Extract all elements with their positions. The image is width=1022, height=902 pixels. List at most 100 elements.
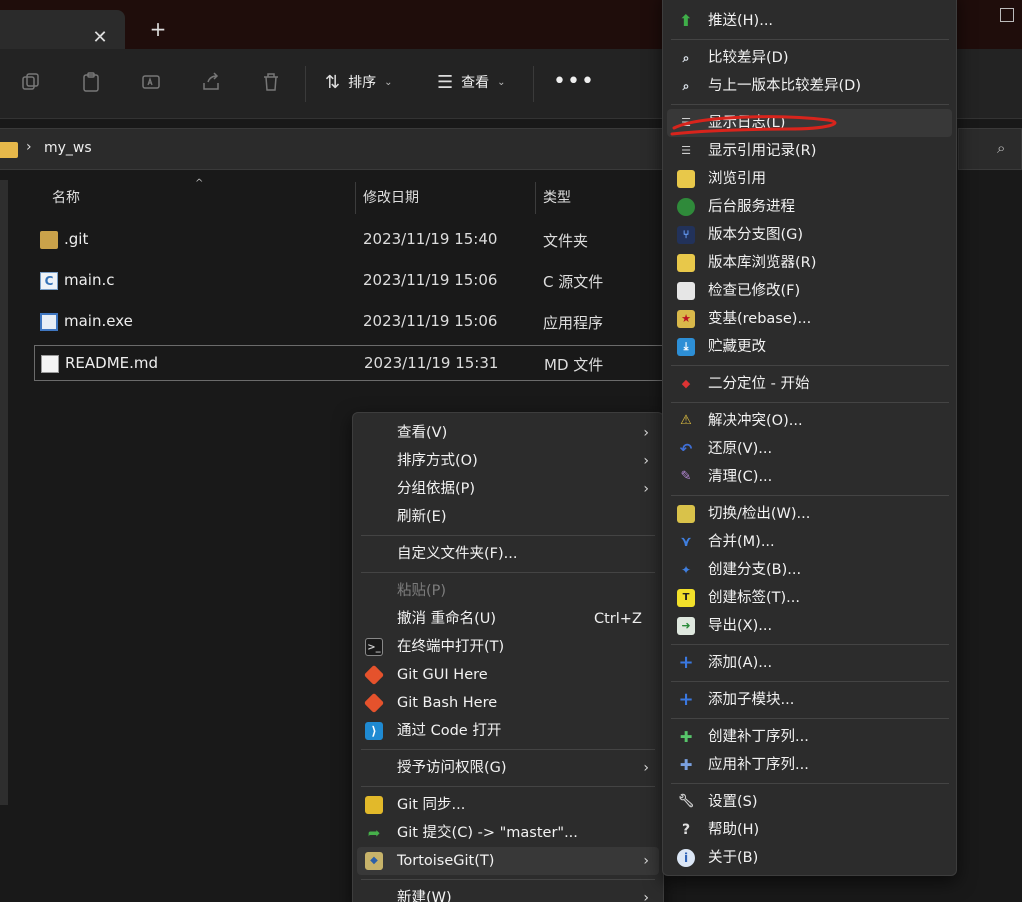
menu-item-add[interactable]: + 添加(A)... xyxy=(667,649,952,677)
menu-item-help[interactable]: ? 帮助(H) xyxy=(667,816,952,844)
menu-separator xyxy=(671,783,949,784)
file-row-selected[interactable]: README.md 2023/11/19 15:31 MD 文件 xyxy=(34,345,674,381)
menu-item-group-by[interactable]: 分组依据(P) › xyxy=(357,475,659,503)
file-type: MD 文件 xyxy=(544,356,604,374)
folder-icon xyxy=(40,231,58,249)
column-divider[interactable] xyxy=(355,182,356,214)
menu-item-browse-refs[interactable]: 浏览引用 xyxy=(667,165,952,193)
menu-label: 关于(B) xyxy=(708,850,759,866)
menu-item-daemon[interactable]: 后台服务进程 xyxy=(667,193,952,221)
sort-label: 排序 xyxy=(348,75,377,91)
menu-label: TortoiseGit(T) xyxy=(397,853,495,869)
folder-icon xyxy=(0,142,18,158)
new-tab-icon[interactable]: + xyxy=(148,18,168,40)
revert-icon: ↶ xyxy=(679,440,693,458)
breadcrumb[interactable]: › my_ws xyxy=(0,128,668,170)
menu-item-undo-rename[interactable]: 撤消 重命名(U) Ctrl+Z xyxy=(357,605,659,633)
menu-item-revert[interactable]: ↶ 还原(V)... xyxy=(667,435,952,463)
menu-item-view[interactable]: 查看(V) › xyxy=(357,419,659,447)
menu-item-create-tag[interactable]: T 创建标签(T)... xyxy=(667,584,952,612)
menu-item-grant-access[interactable]: 授予访问权限(G) › xyxy=(357,754,659,782)
menu-item-bisect-start[interactable]: ◆ 二分定位 - 开始 xyxy=(667,370,952,398)
file-row[interactable]: main.exe 2023/11/19 15:06 应用程序 xyxy=(34,304,674,340)
menu-item-tortoisegit[interactable]: ◆ TortoiseGit(T) › xyxy=(357,847,659,875)
explorer-tab[interactable]: ✕ xyxy=(0,10,125,49)
sort-button[interactable]: ⇅ 排序 ⌄ xyxy=(325,71,392,95)
menu-item-resolve[interactable]: ⚠ 解决冲突(O)... xyxy=(667,407,952,435)
chevron-right-icon: › xyxy=(643,890,649,902)
menu-label: 分组依据(P) xyxy=(397,481,476,497)
menu-item-add-submodule[interactable]: + 添加子模块... xyxy=(667,686,952,714)
menu-item-repo-browser[interactable]: 版本库浏览器(R) xyxy=(667,249,952,277)
menu-item-stash[interactable]: ⤓ 贮藏更改 xyxy=(667,333,952,361)
copy-icon[interactable] xyxy=(20,71,42,93)
menu-item-export[interactable]: ➜ 导出(X)... xyxy=(667,612,952,640)
revision-graph-icon: ⑂ xyxy=(677,226,695,244)
delete-icon[interactable] xyxy=(260,71,282,93)
file-row[interactable]: C main.c 2023/11/19 15:06 C 源文件 xyxy=(34,263,674,299)
warning-icon: ⚠ xyxy=(680,413,692,428)
menu-label: 推送(H)... xyxy=(708,13,774,29)
menu-item-about[interactable]: i 关于(B) xyxy=(667,844,952,872)
rename-icon[interactable] xyxy=(140,71,162,93)
search-input[interactable]: ⌕ xyxy=(958,128,1022,170)
git-bash-icon xyxy=(363,692,385,714)
bisect-icon: ◆ xyxy=(681,377,691,390)
close-tab-icon[interactable]: ✕ xyxy=(90,28,110,48)
menu-item-open-with-code[interactable]: ⟩ 通过 Code 打开 xyxy=(357,717,659,745)
maximize-icon[interactable] xyxy=(1000,8,1014,22)
menu-item-rebase[interactable]: ★ 变基(rebase)... xyxy=(667,305,952,333)
menu-label: 导出(X)... xyxy=(708,618,773,634)
menu-item-check-modifications[interactable]: 检查已修改(F) xyxy=(667,277,952,305)
file-date: 2023/11/19 15:31 xyxy=(364,354,499,372)
menu-label: 刷新(E) xyxy=(397,509,447,525)
menu-label: 创建分支(B)... xyxy=(708,562,802,578)
menu-item-show-reflog[interactable]: ☰ 显示引用记录(R) xyxy=(667,137,952,165)
file-type: 应用程序 xyxy=(543,314,604,332)
column-header-type[interactable]: 类型 xyxy=(543,182,571,214)
menu-item-diff[interactable]: ⌕ 比较差异(D) xyxy=(667,44,952,72)
menu-item-git-sync[interactable]: Git 同步... xyxy=(357,791,659,819)
menu-separator xyxy=(671,365,949,366)
menu-item-refresh[interactable]: 刷新(E) xyxy=(357,503,659,531)
menu-item-git-bash[interactable]: Git Bash Here xyxy=(357,689,659,717)
menu-item-customize-folder[interactable]: 自定义文件夹(F)... xyxy=(357,540,659,568)
menu-label: 应用补丁序列... xyxy=(708,757,809,773)
sort-ascending-icon: ^ xyxy=(195,178,204,189)
menu-item-diff-previous[interactable]: ⌕ 与上一版本比较差异(D) xyxy=(667,72,952,100)
file-type: 文件夹 xyxy=(543,232,589,250)
menu-item-git-commit[interactable]: ➦ Git 提交(C) -> "master"... xyxy=(357,819,659,847)
menu-item-git-gui[interactable]: Git GUI Here xyxy=(357,661,659,689)
menu-label: 查看(V) xyxy=(397,425,448,441)
menu-label: 浏览引用 xyxy=(708,171,766,187)
column-header-name[interactable]: 名称 xyxy=(52,182,80,214)
menu-separator xyxy=(671,402,949,403)
menu-item-open-terminal[interactable]: >_ 在终端中打开(T) xyxy=(357,633,659,661)
share-icon[interactable] xyxy=(200,71,222,93)
file-name: .git xyxy=(64,230,89,248)
navigation-pane-scrollbar[interactable] xyxy=(0,180,8,805)
column-header-date[interactable]: 修改日期 xyxy=(363,182,419,214)
breadcrumb-item[interactable]: my_ws xyxy=(44,140,92,156)
file-row[interactable]: .git 2023/11/19 15:40 文件夹 xyxy=(34,222,674,258)
menu-item-push[interactable]: ⬆ 推送(H)... xyxy=(667,7,952,35)
menu-item-sort-by[interactable]: 排序方式(O) › xyxy=(357,447,659,475)
file-date: 2023/11/19 15:40 xyxy=(363,230,498,248)
magnifier-icon: ⌕ xyxy=(682,51,690,65)
column-divider[interactable] xyxy=(535,182,536,214)
menu-item-settings[interactable]: 🔧︎ 设置(S) xyxy=(667,788,952,816)
menu-item-apply-patch[interactable]: ✚ 应用补丁序列... xyxy=(667,751,952,779)
menu-item-switch-checkout[interactable]: 切换/检出(W)... xyxy=(667,500,952,528)
menu-item-clean[interactable]: ✎ 清理(C)... xyxy=(667,463,952,491)
menu-label: 版本分支图(G) xyxy=(708,227,804,243)
menu-item-new[interactable]: 新建(W) › xyxy=(357,884,659,902)
menu-item-create-patch[interactable]: ✚ 创建补丁序列... xyxy=(667,723,952,751)
more-options-icon[interactable]: ••• xyxy=(553,71,595,93)
menu-item-merge[interactable]: ⋎ 合并(M)... xyxy=(667,528,952,556)
menu-label: 显示引用记录(R) xyxy=(708,143,817,159)
menu-separator xyxy=(361,572,655,573)
menu-item-create-branch[interactable]: ✦ 创建分支(B)... xyxy=(667,556,952,584)
view-button[interactable]: ☰ 查看 ⌄ xyxy=(437,71,506,95)
paste-icon[interactable] xyxy=(80,71,102,93)
menu-item-revision-graph[interactable]: ⑂ 版本分支图(G) xyxy=(667,221,952,249)
